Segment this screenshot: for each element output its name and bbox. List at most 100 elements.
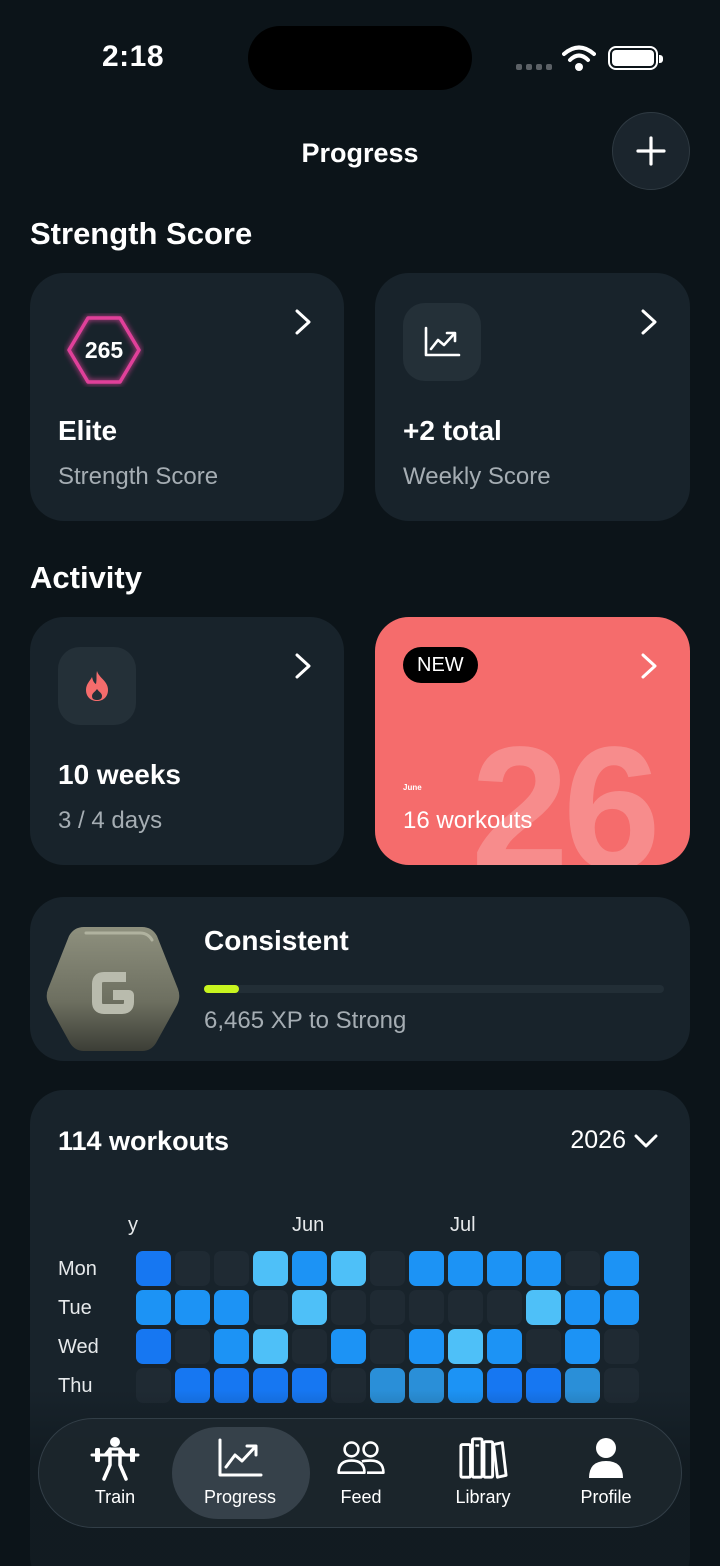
heatmap-cell <box>526 1251 561 1286</box>
level-name: Consistent <box>204 925 349 956</box>
heatmap-cell <box>487 1290 522 1325</box>
heatmap-cell <box>526 1329 561 1364</box>
wifi-icon <box>562 45 596 71</box>
flame-icon <box>58 647 136 725</box>
heatmap-cell <box>604 1251 639 1286</box>
heatmap-cell <box>448 1251 483 1286</box>
level-medal-icon <box>46 927 180 1051</box>
heatmap-cell <box>214 1251 249 1286</box>
heatmap-cell <box>175 1251 210 1286</box>
heatmap-cell <box>370 1329 405 1364</box>
streak-weeks: 10 weeks <box>58 759 181 790</box>
month-label: y <box>128 1214 138 1236</box>
heatmap-cell <box>604 1329 639 1364</box>
activity-section-title: Activity <box>30 560 142 595</box>
tab-label: Train <box>94 1487 136 1507</box>
tab-bar: Train Progress Feed Library Profile <box>38 1418 682 1528</box>
tab-label: Feed <box>340 1487 382 1507</box>
heatmap-cell <box>565 1290 600 1325</box>
heatmap-cell <box>604 1290 639 1325</box>
tab-profile[interactable]: Profile <box>542 1419 670 1527</box>
chevron-down-icon <box>634 1134 658 1147</box>
year-dropdown[interactable]: 2026 <box>570 1126 658 1155</box>
heatmap-cell <box>565 1251 600 1286</box>
heatmap-cell <box>448 1290 483 1325</box>
level-card[interactable]: Consistent 6,465 XP to Strong <box>30 897 690 1061</box>
weekly-score-card[interactable]: +2 total Weekly Score <box>375 273 690 521</box>
cellular-signal-icon <box>516 64 552 70</box>
streak-card[interactable]: 10 weeks 3 / 4 days <box>30 617 344 865</box>
heatmap-cell <box>292 1290 327 1325</box>
strength-section-title: Strength Score <box>30 216 253 251</box>
heatmap-cell <box>370 1290 405 1325</box>
day-label: Tue <box>58 1297 92 1319</box>
tab-label: Library <box>455 1487 511 1507</box>
dynamic-island <box>248 26 472 90</box>
add-button[interactable] <box>612 112 690 190</box>
chevron-right-icon <box>295 309 311 335</box>
barbell-icon <box>90 1435 140 1481</box>
tab-train[interactable]: Train <box>51 1419 179 1527</box>
level-progress-bar <box>204 985 664 993</box>
day-label: Wed <box>58 1336 99 1358</box>
new-badge: NEW <box>403 647 478 683</box>
heatmap-cell <box>214 1290 249 1325</box>
recap-workouts: 16 workouts <box>403 807 533 834</box>
weekly-score-label: Weekly Score <box>403 463 551 490</box>
tab-feed[interactable]: Feed <box>297 1419 425 1527</box>
heatmap-cell <box>253 1290 288 1325</box>
battery-icon <box>608 46 663 70</box>
chevron-right-icon <box>641 653 657 679</box>
tab-progress[interactable]: Progress <box>172 1419 310 1527</box>
month-label: Jul <box>450 1214 476 1236</box>
heatmap-cell <box>448 1329 483 1364</box>
people-icon <box>336 1435 386 1481</box>
heatmap-cell <box>175 1329 210 1364</box>
tab-label: Progress <box>203 1487 277 1507</box>
monthly-recap-card[interactable]: 26 NEW June 16 workouts <box>375 617 690 865</box>
heatmap-cell <box>214 1329 249 1364</box>
heatmap-cell <box>331 1251 366 1286</box>
chart-icon <box>215 1435 265 1481</box>
score-label: Strength Score <box>58 463 219 490</box>
score-value: 265 <box>84 336 124 363</box>
heatmap-cell <box>526 1290 561 1325</box>
heatmap-cell <box>409 1290 444 1325</box>
person-icon <box>581 1435 631 1481</box>
strength-score-card[interactable]: 265 Elite Strength Score <box>30 273 344 521</box>
streak-days: 3 / 4 days <box>58 807 163 834</box>
heatmap-cell <box>565 1329 600 1364</box>
chevron-right-icon <box>295 653 311 679</box>
score-badge: 265 <box>64 313 144 387</box>
score-tier: Elite <box>58 415 118 446</box>
heatmap-cell <box>370 1251 405 1286</box>
heatmap-cell <box>253 1329 288 1364</box>
month-label: Jun <box>292 1214 325 1236</box>
day-label: Mon <box>58 1258 97 1280</box>
heatmap-cell <box>253 1251 288 1286</box>
heatmap-cell <box>331 1290 366 1325</box>
heatmap-cell <box>136 1329 171 1364</box>
workout-count: 114 workouts <box>58 1126 230 1156</box>
heatmap-cell <box>487 1251 522 1286</box>
status-bar: 2:18 <box>0 0 720 110</box>
trend-chart-icon <box>403 303 481 381</box>
heatmap-cell <box>409 1329 444 1364</box>
weekly-score-value: +2 total <box>403 415 502 446</box>
recap-big-number: 26 <box>471 711 661 865</box>
heatmap-cell <box>409 1251 444 1286</box>
heatmap-cell <box>136 1251 171 1286</box>
heatmap-cell <box>292 1251 327 1286</box>
heatmap-cell <box>136 1290 171 1325</box>
plus-icon <box>636 136 666 166</box>
books-icon <box>458 1435 508 1481</box>
heatmap-cell <box>487 1329 522 1364</box>
level-xp-remaining: 6,465 XP to Strong <box>204 1007 407 1034</box>
recap-month: June <box>403 783 422 792</box>
tab-library[interactable]: Library <box>419 1419 547 1527</box>
heatmap-cell <box>331 1329 366 1364</box>
chevron-right-icon <box>641 309 657 335</box>
heatmap-cell <box>292 1329 327 1364</box>
heatmap-cell <box>175 1290 210 1325</box>
tab-label: Profile <box>580 1487 632 1507</box>
